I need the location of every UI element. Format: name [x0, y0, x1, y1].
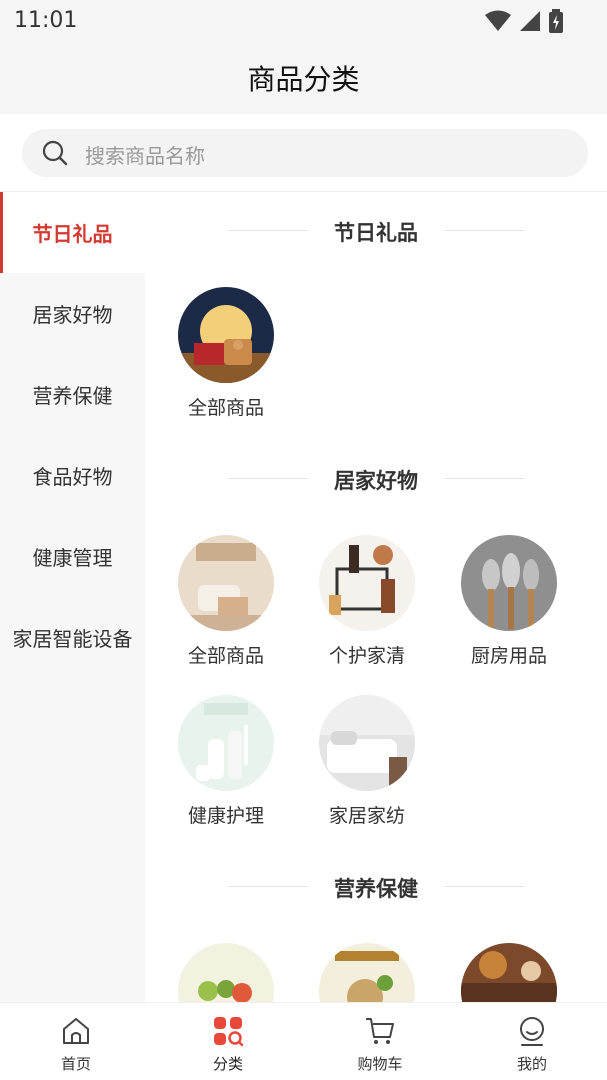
section-title: 营养保健 [334, 877, 418, 901]
category-sidebar: 节日礼品 居家好物 营养保健 食品好物 健康管理 家居智能设备 [0, 192, 145, 1002]
category-label: 健康护理 [187, 805, 264, 827]
category-content: 节日礼品 全部商品 居家好物 全部商品 个护家清 厨房用品 健康护理 家居家纺 … [145, 192, 607, 1002]
category-image [319, 695, 415, 791]
divider [445, 886, 525, 887]
divider [445, 478, 525, 479]
category-image [178, 695, 274, 791]
sidebar-item-smart-home[interactable]: 家居智能设备 [0, 597, 145, 678]
sidebar-item-nutrition[interactable]: 营养保健 [0, 354, 145, 435]
category-image [461, 535, 557, 631]
category-image [319, 535, 415, 631]
battery-icon [549, 9, 563, 33]
search-icon [42, 140, 68, 166]
sidebar-item-label: 节日礼品 [32, 222, 113, 246]
section-title: 节日礼品 [334, 221, 418, 245]
status-icons [485, 8, 563, 34]
tab-cart[interactable]: 购物车 [304, 1003, 456, 1080]
tab-label: 首页 [60, 1055, 91, 1073]
sidebar-item-home-goods[interactable]: 居家好物 [0, 273, 145, 354]
divider [445, 230, 525, 231]
category-icon [214, 1017, 244, 1047]
category-image [178, 287, 274, 383]
wifi-icon [485, 10, 511, 31]
category-image [178, 943, 274, 1002]
section-header: 节日礼品 [145, 211, 607, 251]
tab-profile[interactable]: 我的 [456, 1003, 607, 1080]
sidebar-item-food[interactable]: 食品好物 [0, 435, 145, 516]
category-image [461, 943, 557, 1002]
cart-icon [366, 1018, 394, 1044]
status-time: 11:01 [14, 8, 78, 33]
search-input[interactable]: 搜索商品名称 [22, 129, 588, 177]
tab-label: 分类 [212, 1055, 243, 1073]
category-label: 家居家纺 [328, 805, 405, 827]
search-placeholder: 搜索商品名称 [85, 144, 205, 168]
sidebar-item-health[interactable]: 健康管理 [0, 516, 145, 597]
sidebar-item-label: 健康管理 [32, 546, 113, 570]
signal-icon [520, 11, 540, 31]
tab-label: 我的 [516, 1055, 547, 1073]
sidebar-item-label: 营养保健 [32, 384, 113, 408]
title-bar: 商品分类 [0, 42, 607, 114]
category-label: 全部商品 [187, 397, 264, 419]
category-image [178, 535, 274, 631]
category-label: 个护家清 [328, 645, 405, 667]
tab-label: 购物车 [357, 1055, 403, 1073]
tab-category[interactable]: 分类 [152, 1003, 304, 1080]
profile-icon [520, 1017, 544, 1046]
category-label: 厨房用品 [470, 645, 547, 667]
bottom-tab-bar: 首页 分类 购物车 我的 [0, 1002, 607, 1080]
section-header: 营养保健 [145, 867, 607, 907]
category-image [319, 943, 415, 1002]
sidebar-item-label: 食品好物 [32, 465, 113, 489]
section-header: 居家好物 [145, 459, 607, 499]
status-bar: 11:01 [0, 0, 607, 42]
sidebar-item-label: 家居智能设备 [12, 627, 133, 651]
home-icon [63, 1018, 89, 1044]
sidebar-item-label: 居家好物 [32, 303, 113, 327]
page-title: 商品分类 [247, 63, 360, 96]
tab-home[interactable]: 首页 [0, 1003, 152, 1080]
search-bar-container: 搜索商品名称 [0, 114, 607, 192]
section-title: 居家好物 [334, 469, 418, 493]
sidebar-item-holiday-gifts[interactable]: 节日礼品 [0, 192, 145, 273]
category-label: 全部商品 [187, 645, 264, 667]
